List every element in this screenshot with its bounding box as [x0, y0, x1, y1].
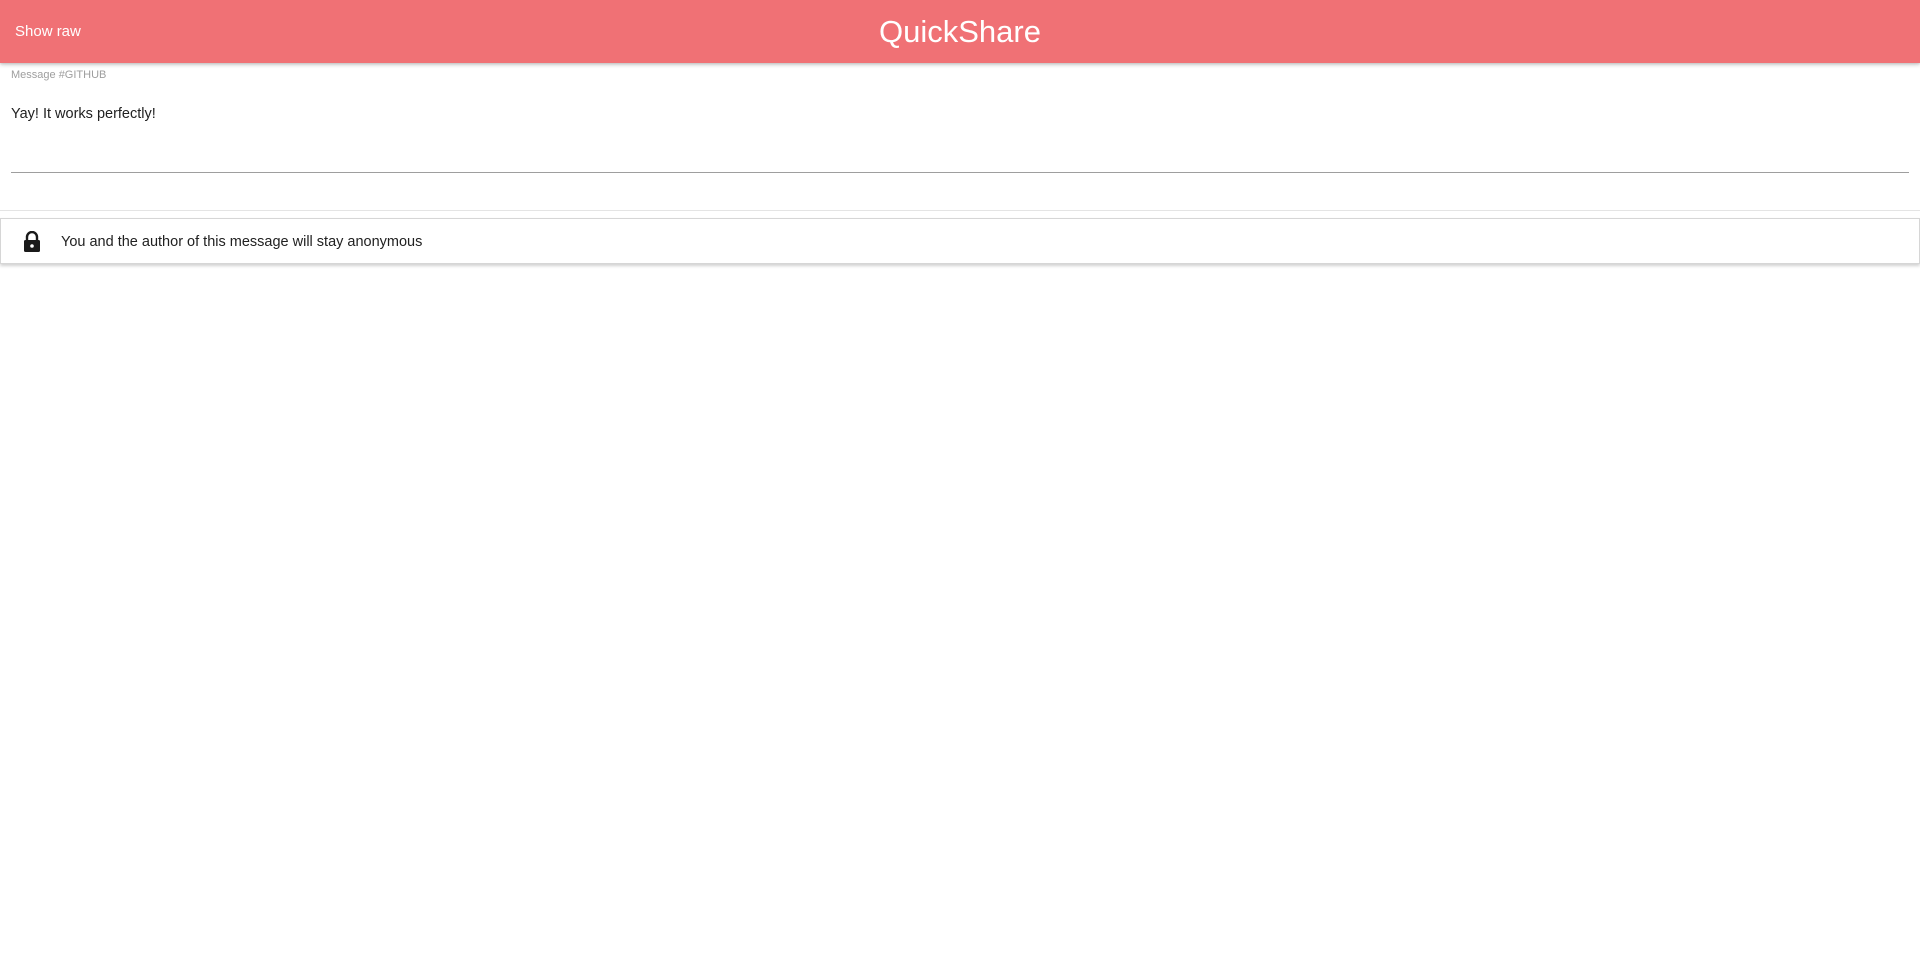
anonymity-notice: You and the author of this message will … [0, 218, 1920, 264]
notice-text: You and the author of this message will … [61, 234, 423, 250]
app-header: Show raw QuickShare [0, 0, 1920, 63]
lock-icon [22, 230, 42, 253]
message-content[interactable]: Yay! It works perfectly! [11, 104, 1909, 124]
app-title: QuickShare [879, 14, 1041, 49]
message-panel: Message #GITHUB Yay! It works perfectly! [11, 63, 1909, 173]
message-underline [11, 172, 1909, 173]
section-divider [0, 210, 1920, 211]
message-label: Message #GITHUB [11, 69, 107, 81]
